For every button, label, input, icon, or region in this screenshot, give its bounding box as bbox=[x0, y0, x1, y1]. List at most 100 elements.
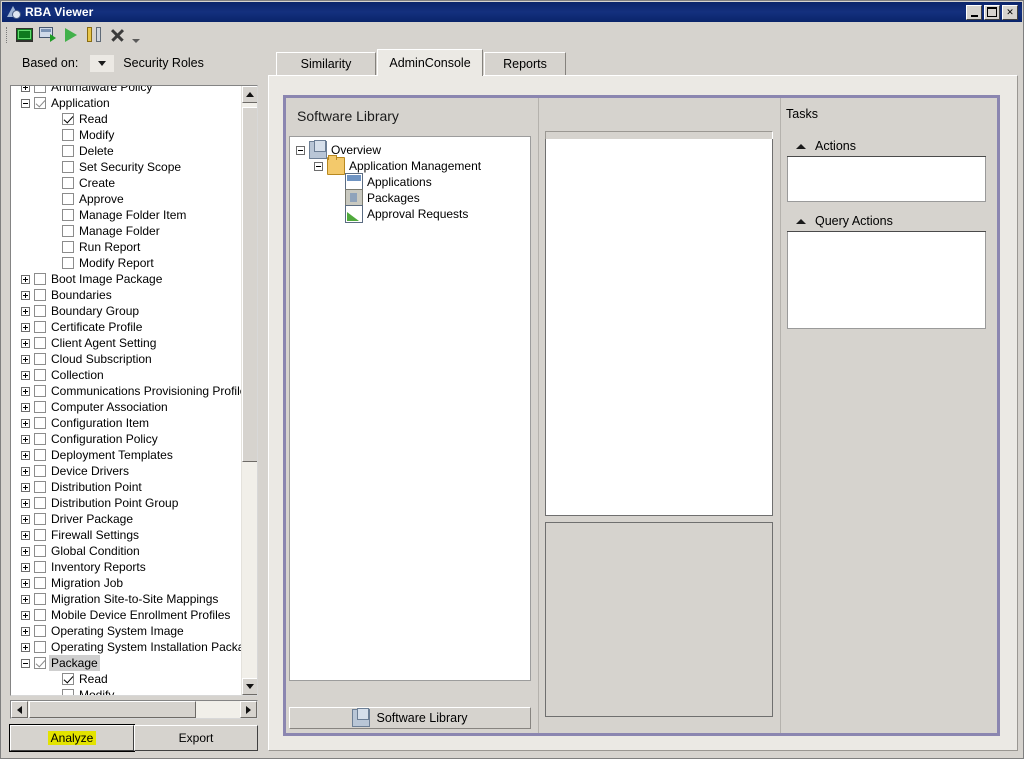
maximize-button[interactable] bbox=[984, 4, 1000, 20]
tree-row-checkbox[interactable] bbox=[34, 625, 46, 637]
group-query-actions-body[interactable] bbox=[787, 232, 986, 329]
software-library-node[interactable]: Overview bbox=[290, 140, 530, 159]
software-library-node[interactable]: Approval Requests bbox=[290, 205, 530, 223]
expand-icon[interactable] bbox=[21, 338, 30, 348]
tree-row-checkbox[interactable] bbox=[62, 113, 74, 125]
tree-row[interactable]: Migration Site-to-Site Mappings bbox=[11, 591, 241, 607]
scroll-up-arrow[interactable] bbox=[242, 86, 257, 103]
analyze-button[interactable]: Analyze bbox=[9, 724, 135, 752]
tree-row-checkbox[interactable] bbox=[34, 657, 46, 669]
tree-row-checkbox[interactable] bbox=[34, 449, 46, 461]
expand-icon[interactable] bbox=[21, 546, 30, 556]
tree-row[interactable]: Create bbox=[11, 175, 241, 191]
tree-row[interactable]: Package bbox=[11, 655, 241, 671]
screen-export-icon[interactable] bbox=[36, 24, 59, 46]
tree-row-checkbox[interactable] bbox=[62, 129, 74, 141]
expand-icon[interactable] bbox=[21, 434, 30, 444]
tab-reports[interactable]: Reports bbox=[484, 52, 566, 75]
expand-icon[interactable] bbox=[21, 306, 30, 316]
tree-row-checkbox[interactable] bbox=[34, 86, 46, 93]
tree-row[interactable]: Certificate Profile bbox=[11, 319, 241, 335]
tree-row[interactable]: Operating System Installation Package bbox=[11, 639, 257, 655]
tree-row-checkbox[interactable] bbox=[34, 353, 46, 365]
close-button[interactable]: ✕ bbox=[1002, 4, 1018, 20]
tree-row-checkbox[interactable] bbox=[34, 369, 46, 381]
expand-icon[interactable] bbox=[21, 498, 30, 508]
tree-row-checkbox[interactable] bbox=[34, 273, 46, 285]
tree-row[interactable]: Global Condition bbox=[11, 543, 241, 559]
expand-icon[interactable] bbox=[21, 450, 30, 460]
permissions-tree[interactable]: Antimalware Policy Application Read Modify D… bbox=[10, 85, 258, 696]
tree-row-checkbox[interactable] bbox=[34, 97, 46, 109]
software-library-nav-button[interactable]: Software Library bbox=[289, 707, 531, 729]
tree-row[interactable]: Boundaries bbox=[11, 287, 241, 303]
expand-icon[interactable] bbox=[21, 466, 30, 476]
tree-row-checkbox[interactable] bbox=[34, 289, 46, 301]
tree-row-checkbox[interactable] bbox=[62, 145, 74, 157]
collapse-icon[interactable] bbox=[314, 161, 323, 171]
expand-icon[interactable] bbox=[21, 626, 30, 636]
results-list[interactable] bbox=[545, 139, 773, 516]
tree-horizontal-scrollbar[interactable] bbox=[10, 700, 258, 719]
tree-row-checkbox[interactable] bbox=[34, 305, 46, 317]
software-library-tree[interactable]: Overview Application Management Applicatio… bbox=[289, 136, 531, 681]
expand-icon[interactable] bbox=[21, 274, 30, 284]
tree-row-checkbox[interactable] bbox=[34, 545, 46, 557]
tree-row[interactable]: Modify bbox=[11, 687, 241, 695]
tree-row[interactable]: Manage Folder Item bbox=[11, 207, 241, 223]
tree-row-checkbox[interactable] bbox=[34, 593, 46, 605]
tree-row[interactable]: Manage Folder bbox=[11, 223, 241, 239]
scroll-left-arrow[interactable] bbox=[11, 701, 28, 718]
tree-row[interactable]: Collection bbox=[11, 367, 241, 383]
expand-icon[interactable] bbox=[21, 86, 30, 92]
expand-icon[interactable] bbox=[21, 386, 30, 396]
tree-row[interactable]: Application bbox=[11, 95, 241, 111]
tab-adminconsole[interactable]: AdminConsole bbox=[377, 49, 483, 76]
tree-row-checkbox[interactable] bbox=[34, 465, 46, 477]
tree-row-checkbox[interactable] bbox=[34, 433, 46, 445]
results-column-header[interactable] bbox=[545, 131, 773, 139]
tree-row-checkbox[interactable] bbox=[62, 193, 74, 205]
expand-icon[interactable] bbox=[21, 578, 30, 588]
tree-row[interactable]: Run Report bbox=[11, 239, 241, 255]
tree-row-checkbox[interactable] bbox=[34, 417, 46, 429]
expand-icon[interactable] bbox=[21, 354, 30, 364]
expand-icon[interactable] bbox=[21, 370, 30, 380]
software-library-node[interactable]: Packages bbox=[290, 189, 530, 207]
tree-row-checkbox[interactable] bbox=[34, 641, 46, 653]
tree-row[interactable]: Cloud Subscription bbox=[11, 351, 241, 367]
play-icon[interactable] bbox=[59, 24, 82, 46]
tree-row[interactable]: Communications Provisioning Profile bbox=[11, 383, 246, 399]
collapse-icon[interactable] bbox=[21, 658, 30, 668]
scroll-right-arrow[interactable] bbox=[240, 701, 257, 718]
tree-row[interactable]: Firewall Settings bbox=[11, 527, 241, 543]
tree-row[interactable]: Inventory Reports bbox=[11, 559, 241, 575]
tree-scrollbar-thumb[interactable] bbox=[242, 107, 257, 462]
tree-row[interactable]: Read bbox=[11, 671, 241, 687]
tree-row[interactable]: Deployment Templates bbox=[11, 447, 241, 463]
expand-icon[interactable] bbox=[21, 514, 30, 524]
tree-row[interactable]: Approve bbox=[11, 191, 241, 207]
x-icon[interactable] bbox=[105, 24, 128, 46]
tree-row[interactable]: Boot Image Package bbox=[11, 271, 241, 287]
tree-row-checkbox[interactable] bbox=[62, 673, 74, 685]
expand-icon[interactable] bbox=[21, 642, 30, 652]
tree-row[interactable]: Operating System Image bbox=[11, 623, 241, 639]
tree-row-checkbox[interactable] bbox=[62, 241, 74, 253]
expand-icon[interactable] bbox=[21, 530, 30, 540]
tree-row-checkbox[interactable] bbox=[34, 561, 46, 573]
expand-icon[interactable] bbox=[21, 610, 30, 620]
tree-row-checkbox[interactable] bbox=[34, 529, 46, 541]
collapse-icon[interactable] bbox=[21, 98, 30, 108]
tab-similarity[interactable]: Similarity bbox=[276, 52, 376, 75]
tree-row[interactable]: Modify Report bbox=[11, 255, 241, 271]
tree-row-checkbox[interactable] bbox=[62, 161, 74, 173]
tree-row-checkbox[interactable] bbox=[34, 481, 46, 493]
expand-icon[interactable] bbox=[21, 322, 30, 332]
software-library-node[interactable]: Application Management bbox=[290, 155, 530, 175]
expand-icon[interactable] bbox=[21, 402, 30, 412]
tree-row-checkbox[interactable] bbox=[62, 209, 74, 221]
minimize-button[interactable] bbox=[966, 4, 982, 20]
group-actions-body[interactable] bbox=[787, 157, 986, 202]
tree-row-checkbox[interactable] bbox=[34, 513, 46, 525]
